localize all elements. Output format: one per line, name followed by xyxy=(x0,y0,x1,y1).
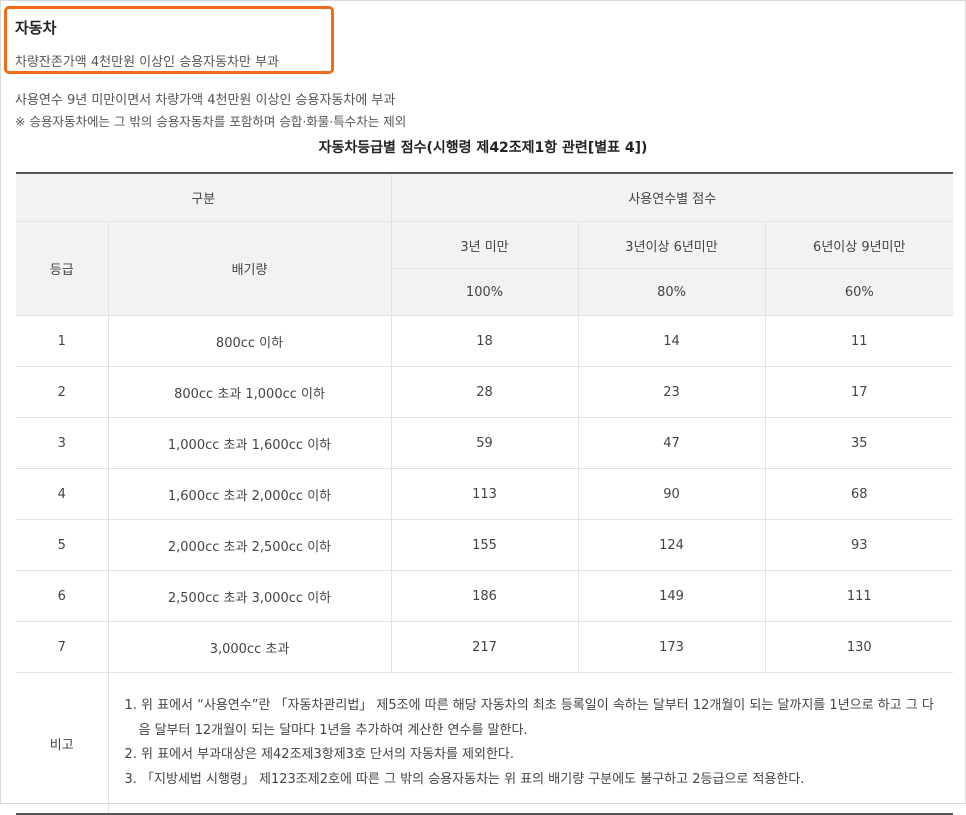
table-row: 2 800cc 초과 1,000cc 이하 28 23 17 xyxy=(16,366,954,418)
note-item: 1. 위 표에서 “사용연수”란 「자동차관리법」 제5조에 따른 해당 자동차… xyxy=(124,698,934,738)
score-cell: 14 xyxy=(578,315,766,367)
displacement-cell: 2,500cc 초과 3,000cc 이하 xyxy=(108,570,392,622)
score-cell: 47 xyxy=(578,417,766,469)
grade-cell: 3 xyxy=(16,417,109,469)
notes-cell: 1. 위 표에서 “사용연수”란 「자동차관리법」 제5조에 따른 해당 자동차… xyxy=(108,672,954,815)
displacement-cell: 800cc 이하 xyxy=(108,315,392,367)
table-row: 4 1,600cc 초과 2,000cc 이하 113 90 68 xyxy=(16,468,954,520)
notes-row: 비고 1. 위 표에서 “사용연수”란 「자동차관리법」 제5조에 따른 해당 자… xyxy=(16,672,954,815)
displacement-cell: 3,000cc 초과 xyxy=(108,621,392,673)
grade-cell: 7 xyxy=(16,621,109,673)
section-subtitle: 차량잔존가액 4천만원 이상인 승용자동차만 부과 xyxy=(15,55,280,70)
score-cell: 68 xyxy=(765,468,954,520)
grade-cell: 4 xyxy=(16,468,109,520)
description-line: 사용연수 9년 미만이면서 차량가액 4천만원 이상인 승용자동차에 부과 xyxy=(15,93,396,108)
section-title: 자동차 xyxy=(15,19,57,37)
header-period: 3년이상 6년미만 xyxy=(578,221,766,269)
grade-cell: 6 xyxy=(16,570,109,622)
header-period: 3년 미만 xyxy=(391,221,579,269)
score-cell: 173 xyxy=(578,621,766,673)
displacement-cell: 2,000cc 초과 2,500cc 이하 xyxy=(108,519,392,571)
header-rate: 60% xyxy=(765,268,954,316)
header-rate: 80% xyxy=(578,268,766,316)
score-cell: 59 xyxy=(391,417,579,469)
score-cell: 113 xyxy=(391,468,579,520)
score-cell: 124 xyxy=(578,519,766,571)
table-row: 1 800cc 이하 18 14 11 xyxy=(16,315,954,367)
grade-cell: 2 xyxy=(16,366,109,418)
score-cell: 17 xyxy=(765,366,954,418)
note-item: 2. 위 표에서 부과대상은 제42조제3항제3호 단서의 자동차를 제외한다. xyxy=(124,747,515,762)
header-category: 구분 xyxy=(16,172,392,222)
displacement-cell: 1,600cc 초과 2,000cc 이하 xyxy=(108,468,392,520)
grade-score-table: 구분 사용연수별 점수 등급 배기량 3년 미만 3년이상 6년미만 6년이상 … xyxy=(16,172,954,815)
table-row: 5 2,000cc 초과 2,500cc 이하 155 124 93 xyxy=(16,519,954,571)
table-row: 7 3,000cc 초과 217 173 130 xyxy=(16,621,954,673)
grade-cell: 1 xyxy=(16,315,109,367)
exclusion-note: ※ 승용자동차에는 그 밖의 승용자동차를 포함하며 승합·화물·특수차는 제외 xyxy=(15,114,407,129)
score-cell: 28 xyxy=(391,366,579,418)
displacement-cell: 1,000cc 초과 1,600cc 이하 xyxy=(108,417,392,469)
score-cell: 186 xyxy=(391,570,579,622)
header-scores: 사용연수별 점수 xyxy=(391,172,954,222)
header-period: 6년이상 9년미만 xyxy=(765,221,954,269)
score-cell: 130 xyxy=(765,621,954,673)
grade-cell: 5 xyxy=(16,519,109,571)
score-cell: 217 xyxy=(391,621,579,673)
header-displacement: 배기량 xyxy=(108,221,392,316)
table-row: 6 2,500cc 초과 3,000cc 이하 186 149 111 xyxy=(16,570,954,622)
note-item: 3. 「지방세법 시행령」 제123조제2호에 따른 그 밖의 승용자동차는 위… xyxy=(124,771,805,787)
score-cell: 23 xyxy=(578,366,766,418)
notes-label: 비고 xyxy=(16,672,109,815)
score-cell: 18 xyxy=(391,315,579,367)
header-grade: 등급 xyxy=(16,221,109,316)
score-cell: 35 xyxy=(765,417,954,469)
score-cell: 149 xyxy=(578,570,766,622)
displacement-cell: 800cc 초과 1,000cc 이하 xyxy=(108,366,392,418)
score-cell: 90 xyxy=(578,468,766,520)
score-cell: 155 xyxy=(391,519,579,571)
score-cell: 93 xyxy=(765,519,954,571)
table-row: 3 1,000cc 초과 1,600cc 이하 59 47 35 xyxy=(16,417,954,469)
table-title: 자동차등급별 점수(시행령 제42조제1항 관련[별표 4]) xyxy=(318,140,648,156)
score-cell: 11 xyxy=(765,315,954,367)
score-cell: 111 xyxy=(765,570,954,622)
header-rate: 100% xyxy=(391,268,579,316)
